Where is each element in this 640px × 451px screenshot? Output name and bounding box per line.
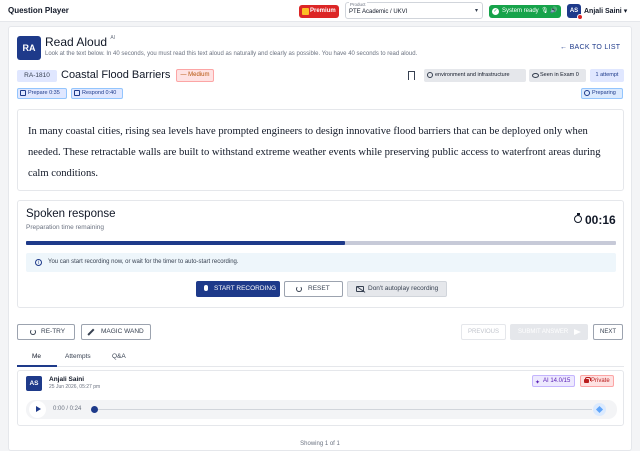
spoken-response-panel: Spoken response Preparation time remaini… xyxy=(17,200,624,308)
ai-superscript: AI xyxy=(110,35,116,41)
stopwatch-icon xyxy=(574,213,582,223)
topic-tag: environment and infrastructure xyxy=(424,69,526,82)
question-id: RA-1810 xyxy=(17,70,57,82)
autoplay-off-icon xyxy=(356,286,364,292)
user-avatar[interactable]: AS xyxy=(567,4,583,20)
submit-answer-button[interactable]: SUBMIT ANSWER xyxy=(510,324,588,340)
previous-button[interactable]: PREVIOUS xyxy=(461,324,506,340)
passage-box: In many coastal cities, rising sea level… xyxy=(17,109,624,191)
tab-me[interactable]: Me xyxy=(32,353,41,360)
top-bar: Question Player Premium Product PTE Acad… xyxy=(0,0,640,22)
volume-icon[interactable] xyxy=(593,403,606,416)
product-select[interactable]: Product PTE Academic / UKVI ▾ xyxy=(345,2,483,19)
pagination-status: Showing 1 of 1 xyxy=(300,441,340,447)
dont-autoplay-toggle[interactable]: Don't autoplay recording xyxy=(347,281,447,297)
system-status-button[interactable]: ✓ System ready 🎙 🔊 xyxy=(489,5,561,18)
product-select-label: Product xyxy=(349,2,367,7)
spoken-response-subtitle: Preparation time remaining xyxy=(26,224,105,231)
respond-time-badge: Respond 0:40 xyxy=(71,88,123,99)
active-tab-indicator xyxy=(17,365,57,367)
prepare-time-badge: Prepare 0:35 xyxy=(17,88,67,99)
private-badge[interactable]: Private xyxy=(580,375,614,387)
audio-seek-track[interactable] xyxy=(98,409,592,410)
info-banner: i You can start recording now, or wait f… xyxy=(26,253,616,272)
send-icon xyxy=(574,329,581,335)
retry-button[interactable]: RE-TRY xyxy=(17,324,75,340)
question-type-badge: RA xyxy=(17,36,41,60)
tab-qna[interactable]: Q&A xyxy=(112,353,126,360)
microphone-icon xyxy=(74,90,80,96)
chevron-down-icon: ▾ xyxy=(474,8,478,14)
audio-player: 0:00 / 0:24 xyxy=(26,400,617,419)
passage-text: In many coastal cities, rising sea level… xyxy=(28,126,601,179)
preparation-progress-bar xyxy=(26,241,616,245)
user-menu[interactable]: Anjali Saini ▾ xyxy=(584,7,627,15)
question-name: Coastal Flood Barriers xyxy=(61,69,171,81)
avatar: AS xyxy=(26,376,42,391)
refresh-icon xyxy=(30,329,36,335)
reset-button[interactable]: RESET xyxy=(284,281,343,297)
lock-icon xyxy=(584,376,591,383)
tab-attempts[interactable]: Attempts xyxy=(65,353,91,360)
bookmark-icon[interactable] xyxy=(408,71,415,83)
audio-seek-handle[interactable] xyxy=(91,406,98,413)
info-text: You can start recording now, or wait for… xyxy=(48,259,239,265)
speaker-icon: 🔊 xyxy=(550,8,558,14)
microphone-icon xyxy=(204,285,208,291)
response-tabs: Me Attempts Q&A xyxy=(17,349,624,367)
chevron-down-icon: ▾ xyxy=(623,8,628,15)
back-to-list-link[interactable]: ← BACK TO LIST xyxy=(560,44,620,51)
premium-label: Premium xyxy=(310,8,336,14)
system-status-label: System ready xyxy=(502,8,539,14)
app-title: Question Player xyxy=(8,6,69,15)
microphone-icon: 🎙 xyxy=(541,8,549,14)
spoken-response-title: Spoken response xyxy=(26,208,116,220)
entry-timestamp: 25 Jun 2026, 05:27 pm xyxy=(49,384,101,390)
response-entry: AS Anjali Saini 25 Jun 2026, 05:27 pm ✦ A… xyxy=(17,370,624,426)
seen-in-exam-tag: Seen in Exam 0 xyxy=(529,69,586,82)
premium-button[interactable]: Premium xyxy=(299,5,339,18)
notification-dot xyxy=(577,14,583,20)
magic-wand-icon xyxy=(87,328,95,336)
countdown-timer: 00:16 xyxy=(585,213,616,227)
ai-score-badge[interactable]: ✦ AI 14.0/15 xyxy=(532,375,575,387)
question-instructions: Look at the text below. In 40 seconds, y… xyxy=(45,51,418,57)
start-recording-button[interactable]: START RECORDING xyxy=(196,281,280,297)
status-badge: Preparing xyxy=(581,88,623,99)
product-select-value: PTE Academic / UKVI xyxy=(349,9,408,15)
eye-icon xyxy=(532,73,539,78)
sparkle-icon: ✦ xyxy=(535,380,541,386)
next-button[interactable]: NEXT xyxy=(593,324,623,340)
clock-icon xyxy=(584,90,590,96)
info-icon: i xyxy=(35,259,42,266)
question-title: Read Aloud AI xyxy=(45,35,116,49)
difficulty-badge: — Medium xyxy=(176,69,214,82)
audio-time: 0:00 / 0:24 xyxy=(53,406,82,412)
attempts-tag: 1 attempt xyxy=(590,69,624,82)
user-name: Anjali Saini xyxy=(584,8,622,15)
user-initials: AS xyxy=(569,8,579,14)
arrow-left-icon: ← xyxy=(560,44,568,51)
play-button[interactable] xyxy=(29,401,46,418)
entry-user-name: Anjali Saini xyxy=(49,376,85,383)
refresh-icon xyxy=(296,286,302,292)
globe-icon xyxy=(427,72,433,78)
calendar-icon xyxy=(20,90,26,96)
crown-icon xyxy=(302,8,309,15)
check-circle-icon: ✓ xyxy=(492,8,499,15)
progress-fill xyxy=(26,241,345,245)
magic-wand-button[interactable]: MAGIC WAND xyxy=(81,324,151,340)
